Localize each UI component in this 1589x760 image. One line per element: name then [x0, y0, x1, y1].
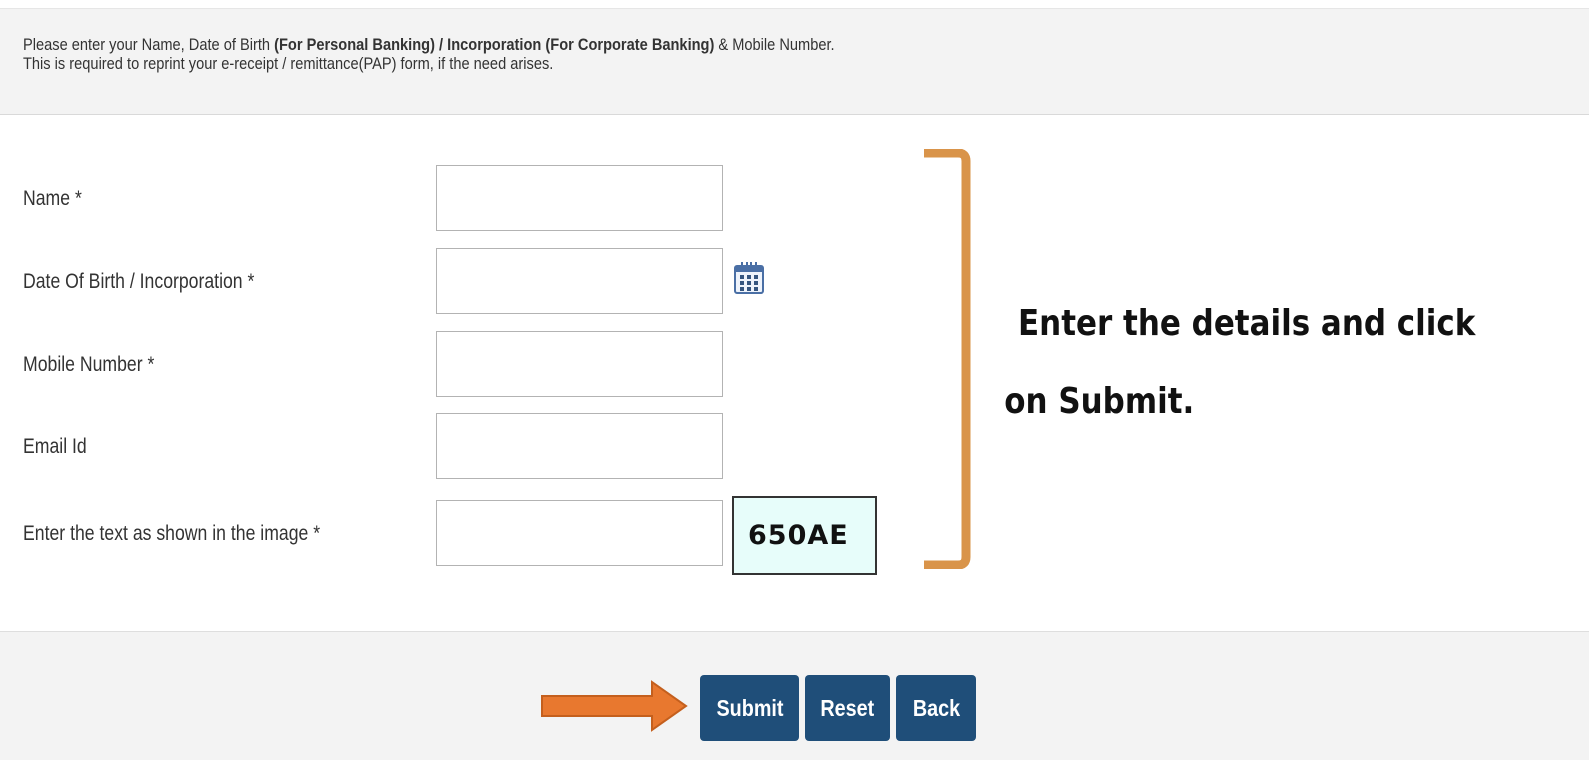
annotation-arrow-icon	[541, 680, 688, 732]
mobile-input[interactable]	[436, 331, 723, 397]
captcha-image: 650AE	[732, 496, 877, 575]
annotation-line-1: Enter the details and click	[1018, 303, 1476, 344]
annotation-line-2: on Submit.	[1004, 381, 1195, 422]
name-input[interactable]	[436, 165, 723, 231]
submit-button-label: Submit	[715, 694, 784, 721]
reset-button[interactable]: Reset	[805, 675, 890, 741]
captcha-label: Enter the text as shown in the image *	[23, 522, 321, 545]
dob-label: Date Of Birth / Incorporation *	[23, 270, 255, 293]
submit-button[interactable]: Submit	[700, 675, 799, 741]
details-form: Name * Date Of Birth / Incorporation * M…	[0, 115, 1589, 623]
calendar-icon[interactable]	[733, 261, 765, 295]
back-button-label: Back	[912, 694, 960, 721]
dob-input[interactable]	[436, 248, 723, 314]
email-label: Email Id	[23, 435, 87, 458]
instructions-banking-types: (For Personal Banking) / Incorporation (…	[274, 35, 715, 54]
button-bar: Submit Reset Back	[0, 631, 1589, 760]
instructions-text-prefix: Please enter your Name, Date of Birth	[23, 35, 275, 54]
captcha-input[interactable]	[436, 500, 723, 566]
annotation-text: Enter the details and click on Submit.	[1004, 285, 1476, 441]
email-input[interactable]	[436, 413, 723, 479]
instructions-line-1: Please enter your Name, Date of Birth (F…	[23, 35, 1370, 54]
instructions-panel: Please enter your Name, Date of Birth (F…	[0, 8, 1589, 115]
instructions-text-suffix: & Mobile Number.	[714, 35, 835, 54]
instructions-line-2: This is required to reprint your e-recei…	[23, 54, 554, 73]
back-button[interactable]: Back	[896, 675, 976, 741]
name-label: Name *	[23, 187, 82, 210]
reset-button-label: Reset	[820, 694, 875, 721]
mobile-label: Mobile Number *	[23, 353, 155, 376]
annotation-bracket	[924, 149, 971, 569]
